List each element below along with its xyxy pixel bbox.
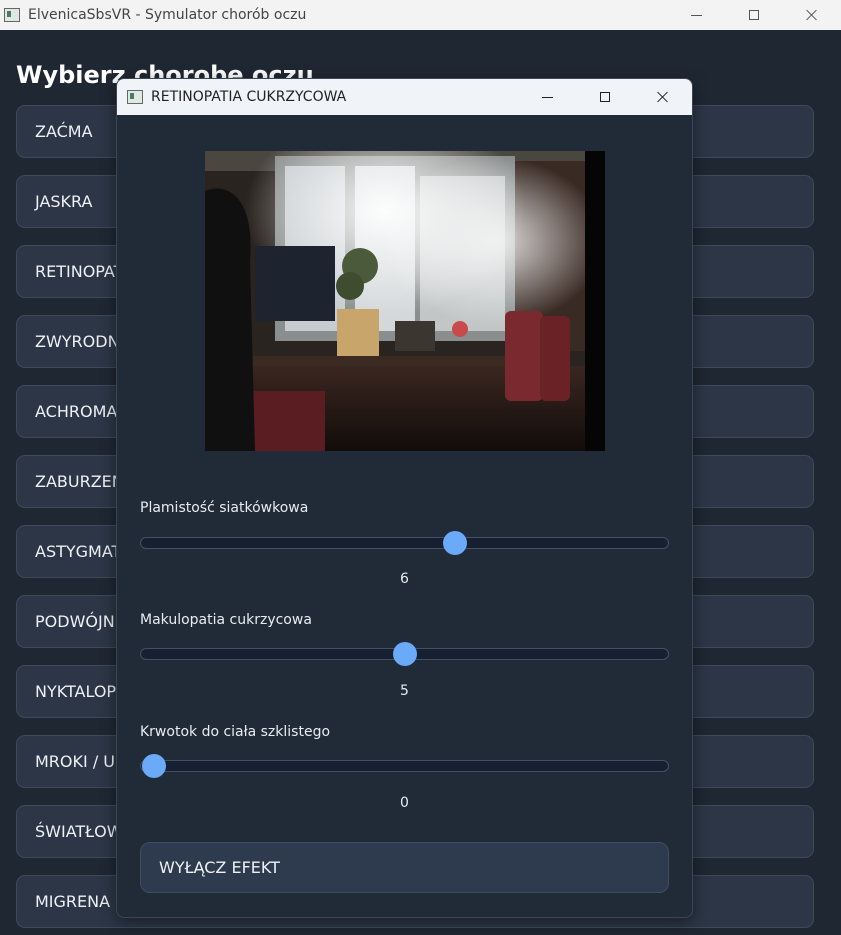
close-icon — [806, 9, 818, 21]
dialog-maximize-button[interactable] — [576, 79, 634, 115]
slider-krwotok[interactable] — [140, 754, 669, 778]
minimize-icon — [690, 14, 702, 16]
maximize-icon — [749, 10, 759, 20]
dialog-titlebar: RETINOPATIA CUKRZYCOWA — [117, 79, 692, 115]
slider-thumb[interactable] — [392, 642, 417, 666]
maximize-icon — [600, 92, 610, 102]
slider-value-krwotok: 0 — [400, 795, 409, 811]
close-button[interactable] — [783, 0, 841, 30]
window-controls — [667, 0, 841, 30]
maximize-button[interactable] — [725, 0, 783, 30]
close-icon — [657, 91, 669, 103]
camera-preview — [205, 151, 605, 451]
slider-plamistosc[interactable] — [140, 531, 669, 555]
dialog-app-icon — [127, 90, 143, 104]
dialog-window-controls — [518, 79, 692, 115]
window-title: ElvenicaSbsVR - Symulator chorób oczu — [28, 7, 307, 23]
dialog-close-button[interactable] — [634, 79, 692, 115]
dialog-title: RETINOPATIA CUKRZYCOWA — [151, 89, 347, 105]
slider-value-makulopatia: 5 — [400, 683, 409, 699]
slider-thumb[interactable] — [142, 754, 166, 778]
window-titlebar: ElvenicaSbsVR - Symulator chorób oczu — [0, 0, 841, 30]
slider-thumb[interactable] — [442, 531, 467, 555]
dialog-minimize-button[interactable] — [518, 79, 576, 115]
minimize-icon — [541, 96, 553, 98]
slider-value-plamistosc: 6 — [400, 571, 409, 587]
slider-label-plamistosc: Plamistość siatkówkowa — [140, 500, 309, 516]
disable-effect-button[interactable]: WYŁĄCZ EFEKT — [140, 842, 669, 893]
minimize-button[interactable] — [667, 0, 725, 30]
slider-makulopatia[interactable] — [140, 642, 669, 666]
app-icon — [4, 8, 20, 22]
slider-label-krwotok: Krwotok do ciała szklistego — [140, 724, 331, 740]
slider-label-makulopatia: Makulopatia cukrzycowa — [140, 612, 312, 628]
effect-dialog: RETINOPATIA CUKRZYCOWA Plamistość siatkó… — [116, 78, 693, 918]
